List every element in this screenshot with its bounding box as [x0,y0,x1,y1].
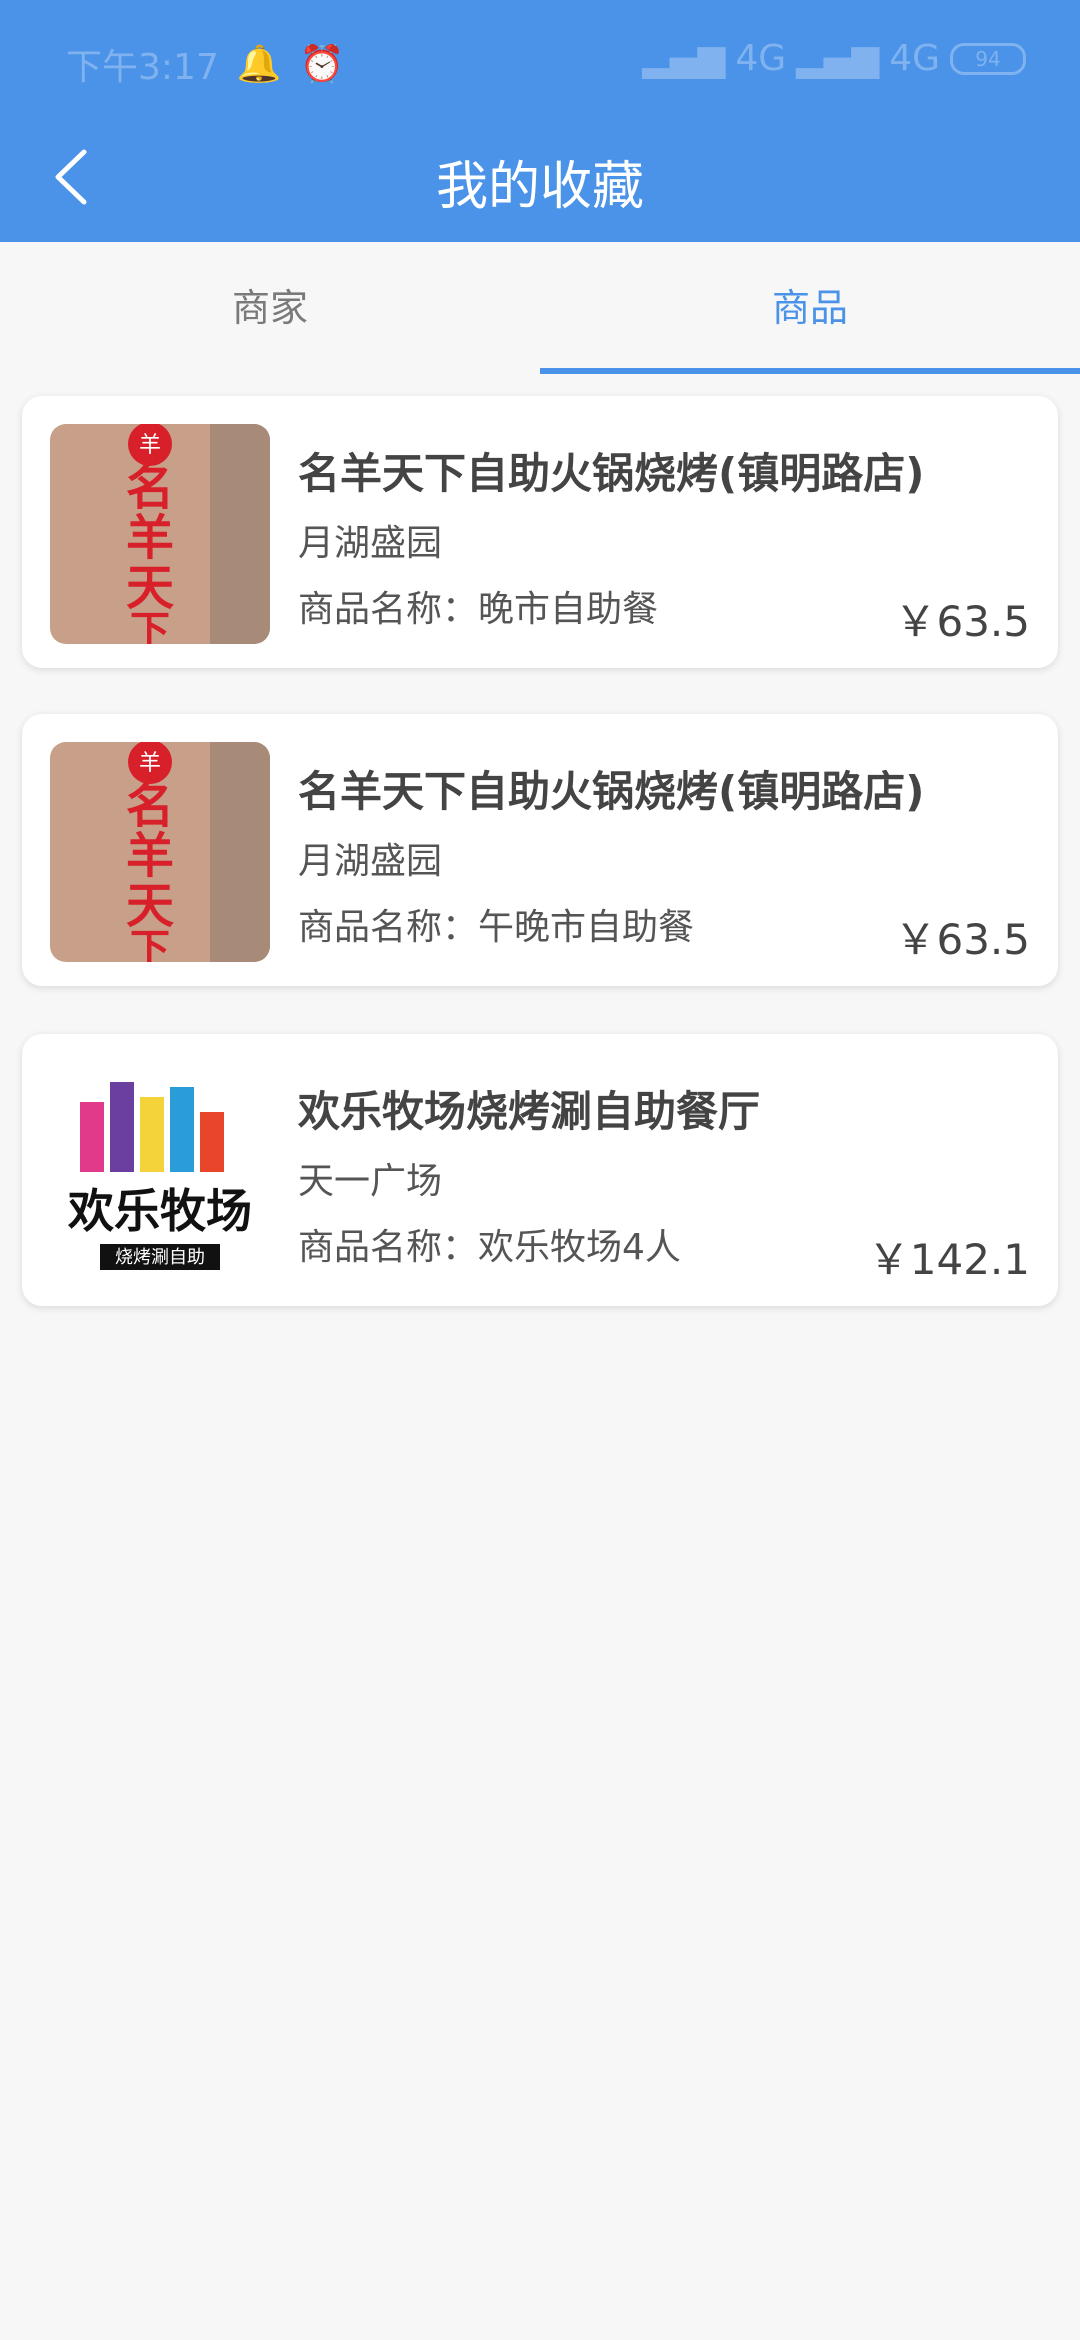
shop-name: 欢乐牧场烧烤涮自助餐厅 [298,1087,761,1136]
svg-text:名: 名 [126,460,174,516]
page-title: 我的收藏 [435,157,644,217]
svg-text:羊: 羊 [126,828,174,884]
alarm-icon: ⏰ [299,44,345,85]
app-header: 下午3:17 🔔 ⏰ ▂▄▆ 4G ▂▄▆ 4G 94 我的收藏 [0,0,1080,242]
restaurant-logo-icon: 欢乐牧场 烧烤涮自助 [50,1062,270,1282]
shop-location: 月湖盛园 [298,841,443,882]
svg-text:下: 下 [130,608,170,644]
svg-text:下: 下 [130,926,170,962]
item-thumbnail: 欢乐牧场 烧烤涮自助 [50,1062,270,1282]
nav-bar: 我的收藏 [0,120,1080,242]
svg-text:羊: 羊 [139,751,161,776]
network-label-2: 4G [889,38,940,79]
svg-text:羊: 羊 [126,510,174,566]
product-price: ￥142.1 [867,1235,1030,1284]
status-bar: 下午3:17 🔔 ⏰ ▂▄▆ 4G ▂▄▆ 4G 94 [0,0,1080,120]
bell-icon: 🔔 [236,44,282,85]
svg-text:欢乐牧场: 欢乐牧场 [67,1184,252,1238]
item-thumbnail: 羊 名 羊 天 下 [50,424,270,644]
restaurant-photo-icon: 羊 名 羊 天 下 [50,424,270,644]
signal-icon: ▂▄▆ [796,38,880,79]
network-label-1: 4G [735,38,787,79]
tab-merchants[interactable]: 商家 [0,242,540,374]
status-time: 下午3:17 [66,47,219,88]
tab-label: 商家 [231,286,308,330]
product-price: ￥63.5 [894,915,1030,964]
svg-text:名: 名 [126,778,174,834]
shop-location: 月湖盛园 [298,523,443,564]
product-price: ￥63.5 [894,597,1030,646]
tab-bar: 商家 商品 [0,242,1080,374]
favorite-item-card[interactable]: 欢乐牧场 烧烤涮自助 欢乐牧场烧烤涮自助餐厅 天一广场 商品名称：欢乐牧场4人 … [22,1034,1058,1306]
shop-location: 天一广场 [298,1161,443,1202]
svg-text:烧烤涮自助: 烧烤涮自助 [115,1247,205,1268]
favorite-item-card[interactable]: 羊 名 羊 天 下 名羊天下自助火锅烧烤(镇明路店) 月湖盛园 商品名称：午晚市… [22,714,1058,986]
restaurant-photo-icon: 羊 名 羊 天 下 [50,742,270,962]
item-thumbnail: 羊 名 羊 天 下 [50,742,270,962]
tab-label: 商品 [771,286,848,330]
product-name: 商品名称：晚市自助餐 [298,589,659,630]
signal-icon: ▂▄▆ [642,38,726,79]
svg-text:羊: 羊 [139,433,161,458]
favorite-item-card[interactable]: 羊 名 羊 天 下 名羊天下自助火锅烧烤(镇明路店) 月湖盛园 商品名称：晚市自… [22,396,1058,668]
tab-active-indicator [540,368,1080,374]
battery-icon: 94 [950,42,1026,75]
product-name: 商品名称：欢乐牧场4人 [298,1227,681,1268]
shop-name: 名羊天下自助火锅烧烤(镇明路店) [298,767,925,816]
product-name: 商品名称：午晚市自助餐 [298,907,695,948]
tab-products[interactable]: 商品 [540,242,1080,374]
battery-level: 94 [975,46,1001,71]
shop-name: 名羊天下自助火锅烧烤(镇明路店) [298,449,925,498]
